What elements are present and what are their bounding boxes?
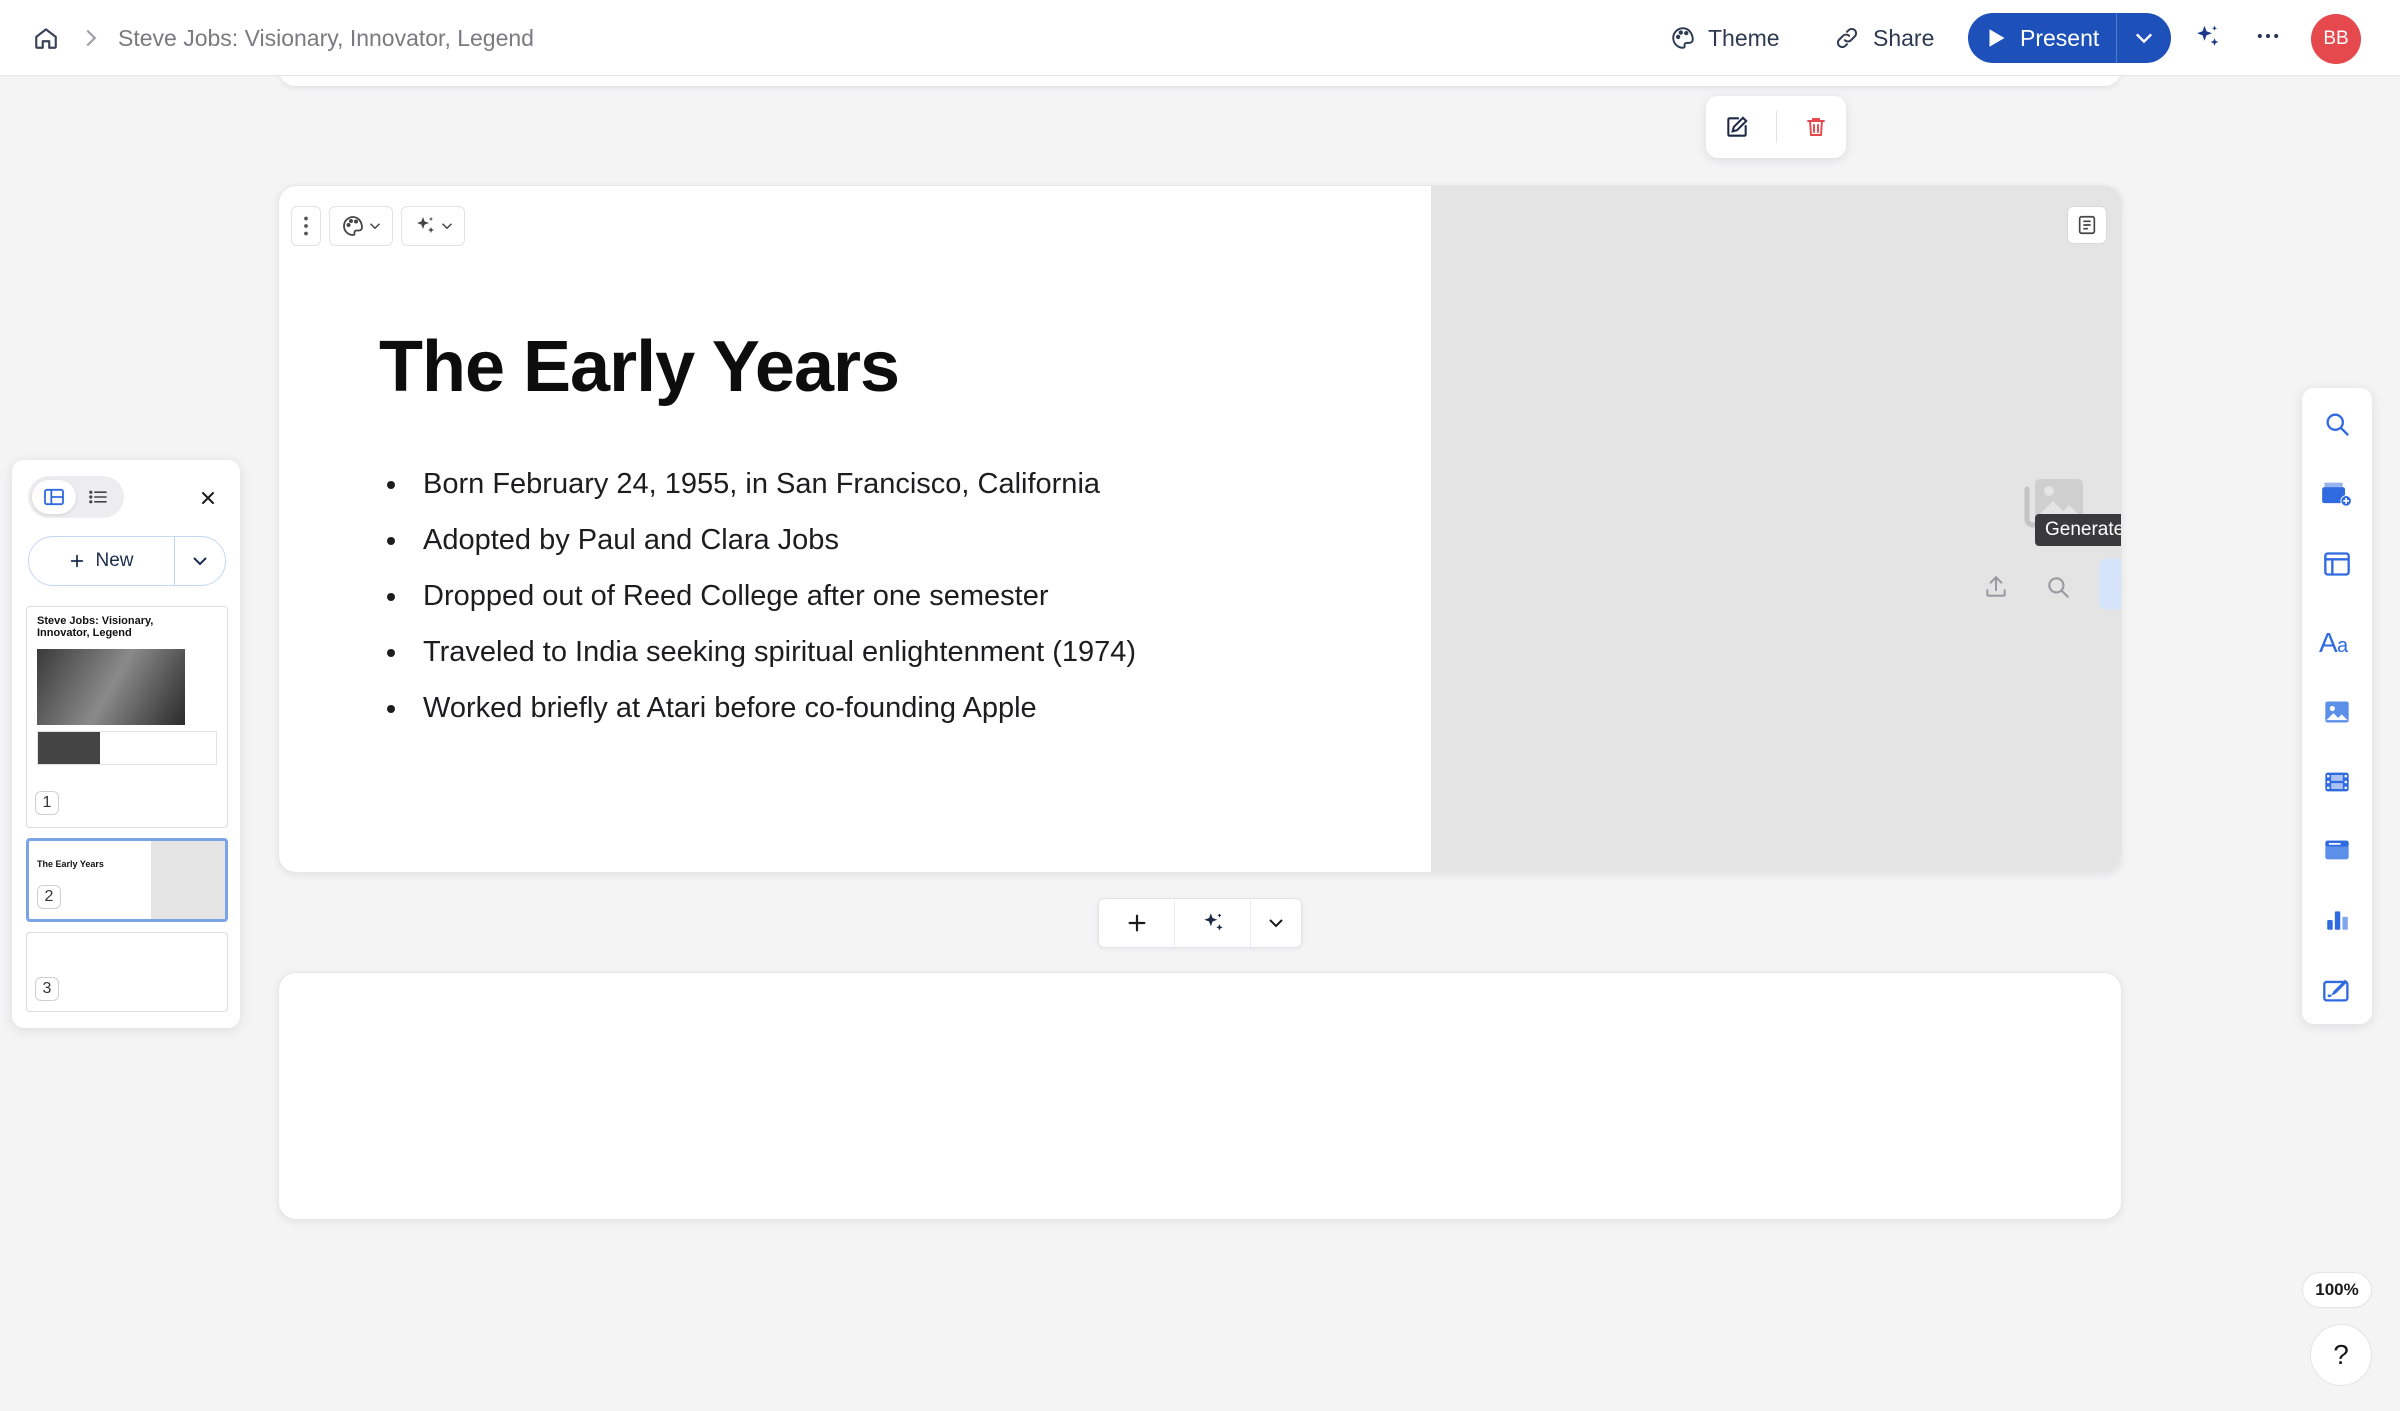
view-toggle xyxy=(28,476,124,518)
insert-toolbar: Aa xyxy=(2302,388,2372,1024)
slide-number: 1 xyxy=(35,791,59,815)
chart-icon[interactable] xyxy=(2319,902,2355,938)
draw-icon[interactable] xyxy=(2319,972,2355,1008)
notes-icon[interactable] xyxy=(2067,206,2107,244)
upload-icon[interactable] xyxy=(1975,566,2017,608)
list-view-icon[interactable] xyxy=(76,480,120,514)
share-label: Share xyxy=(1873,24,1935,51)
video-icon[interactable] xyxy=(2319,764,2355,800)
bullet-item[interactable]: Worked briefly at Atari before co-foundi… xyxy=(383,688,1136,744)
new-card-options-button[interactable] xyxy=(175,537,225,585)
link-icon xyxy=(1833,25,1861,51)
bullet-item[interactable]: Traveled to India seeking spiritual enli… xyxy=(383,632,1136,688)
palette-icon xyxy=(1670,25,1696,51)
svg-text:A: A xyxy=(2319,628,2338,656)
bullet-list: Born February 24, 1955, in San Francisco… xyxy=(383,464,1136,744)
present-options-button[interactable] xyxy=(2117,13,2171,63)
chevron-down-icon xyxy=(441,222,453,230)
image-actions xyxy=(1975,558,2121,610)
more-options-icon[interactable] xyxy=(2254,22,2282,50)
share-button[interactable]: Share xyxy=(1833,18,1934,58)
thumbnail-image-pane xyxy=(151,841,225,919)
bullet-item[interactable]: Born February 24, 1955, in San Francisco… xyxy=(383,464,1136,520)
thumbnail-mini-photo xyxy=(38,732,100,764)
svg-text:a: a xyxy=(2337,635,2349,656)
new-card-split-button: New xyxy=(28,536,226,586)
thumbnail-view-icon[interactable] xyxy=(32,480,76,514)
delete-icon[interactable] xyxy=(1794,105,1838,149)
search-icon[interactable] xyxy=(2037,566,2079,608)
bullet-item[interactable]: Adopted by Paul and Clara Jobs xyxy=(383,520,1136,576)
breadcrumb-title[interactable]: Steve Jobs: Visionary, Innovator, Legend xyxy=(118,25,534,52)
slides-panel: New Steve Jobs: Visionary, Innovator, Le… xyxy=(12,460,240,1028)
thumbnail-title: Steve Jobs: Visionary, Innovator, Legend xyxy=(37,615,154,639)
plus-icon xyxy=(1126,912,1148,934)
add-card-button[interactable] xyxy=(1099,899,1175,947)
chevron-down-icon xyxy=(192,556,208,566)
home-icon[interactable] xyxy=(28,22,64,54)
present-split-button: Present xyxy=(1968,13,2171,63)
slide-thumbnail-2[interactable]: The Early Years 2 xyxy=(26,838,228,922)
card-actions-toolbar xyxy=(1706,96,1846,158)
edit-icon[interactable] xyxy=(1715,105,1759,149)
image-placeholder-pane[interactable]: Generate image xyxy=(1431,186,2121,872)
slide-card-empty[interactable] xyxy=(278,972,2122,1220)
generate-image-tooltip: Generate image xyxy=(2035,514,2121,546)
close-icon[interactable] xyxy=(194,484,222,512)
ai-sparkle-icon[interactable] xyxy=(2192,22,2222,52)
layout-icon[interactable] xyxy=(2319,546,2355,582)
thumbnail-mini-card xyxy=(37,731,217,765)
new-card-button[interactable]: New xyxy=(29,537,175,585)
play-icon xyxy=(1988,28,2006,48)
palette-icon xyxy=(341,214,365,238)
add-card-bar xyxy=(1098,898,1302,948)
card-toolbar xyxy=(291,206,465,246)
chevron-down-icon xyxy=(369,222,381,230)
slide-number: 3 xyxy=(35,977,59,1001)
top-bar: Steve Jobs: Visionary, Innovator, Legend… xyxy=(0,0,2400,76)
card-ai-button[interactable] xyxy=(401,206,465,246)
slide-thumbnail-1[interactable]: Steve Jobs: Visionary, Innovator, Legend… xyxy=(26,606,228,828)
sparkle-icon xyxy=(2118,572,2121,596)
slide-title[interactable]: The Early Years xyxy=(379,326,900,408)
image-icon[interactable] xyxy=(2319,694,2355,730)
ai-sparkle-icon xyxy=(413,214,437,238)
drag-handle-icon[interactable] xyxy=(291,206,321,246)
thumbnail-title: The Early Years xyxy=(37,859,104,869)
slide-card-early-years[interactable]: The Early Years Born February 24, 1955, … xyxy=(278,185,2122,873)
bullet-item[interactable]: Dropped out of Reed College after one se… xyxy=(383,576,1136,632)
present-button[interactable]: Present xyxy=(1968,13,2116,63)
search-icon[interactable] xyxy=(2319,406,2355,442)
thumbnail-photo xyxy=(37,649,185,725)
ai-sparkle-icon xyxy=(1200,910,1226,936)
card-style-button[interactable] xyxy=(329,206,393,246)
help-button[interactable]: ? xyxy=(2310,1324,2372,1386)
generate-image-button[interactable] xyxy=(2099,558,2121,610)
toolbar-divider xyxy=(1775,111,1777,143)
theme-label: Theme xyxy=(1708,24,1780,51)
zoom-level[interactable]: 100% xyxy=(2302,1272,2372,1308)
add-card-options-button[interactable] xyxy=(1251,899,1301,947)
chevron-down-icon xyxy=(2134,32,2154,44)
add-card-icon[interactable] xyxy=(2319,476,2355,512)
present-label: Present xyxy=(2020,24,2100,51)
slide-thumbnail-3[interactable]: 3 xyxy=(26,932,228,1012)
user-avatar[interactable]: BB xyxy=(2311,14,2361,64)
slide-number: 2 xyxy=(37,885,61,909)
theme-button[interactable]: Theme xyxy=(1670,18,1780,58)
new-label: New xyxy=(95,550,134,571)
chevron-right-icon xyxy=(84,28,98,48)
embed-icon[interactable] xyxy=(2319,832,2355,868)
chevron-down-icon xyxy=(1268,918,1284,928)
text-styles-icon[interactable]: Aa xyxy=(2317,624,2357,660)
plus-icon xyxy=(69,553,85,569)
ai-add-card-button[interactable] xyxy=(1175,899,1251,947)
